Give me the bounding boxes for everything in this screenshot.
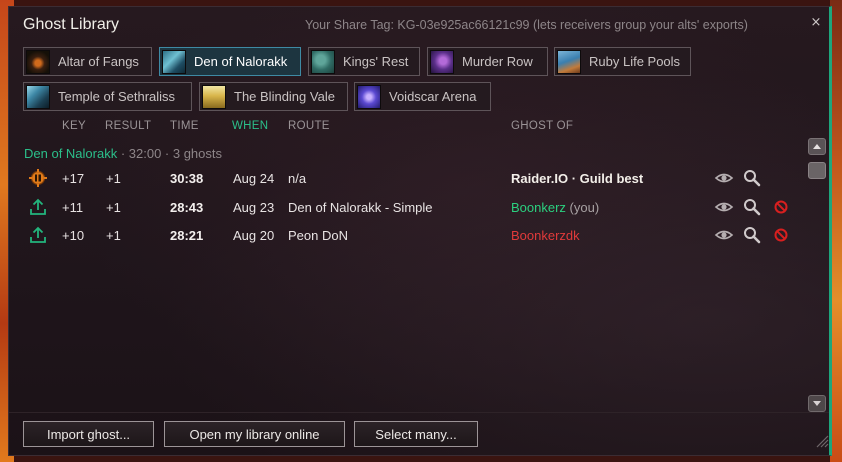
tab-ruby-life-pools[interactable]: Ruby Life Pools bbox=[554, 47, 691, 76]
inspect-magnifier-icon[interactable] bbox=[742, 168, 762, 188]
title-bar[interactable]: Ghost Library Your Share Tag: KG-03e925a… bbox=[9, 7, 829, 41]
select-many-button[interactable]: Select many... bbox=[354, 421, 478, 447]
upload-icon bbox=[28, 225, 48, 245]
altar-of-fangs-icon bbox=[26, 49, 50, 74]
tab-label: Altar of Fangs bbox=[58, 54, 139, 69]
window-title: Ghost Library bbox=[23, 16, 120, 33]
tab-den-of-nalorakk[interactable]: Den of Nalorakk bbox=[159, 47, 301, 76]
row-ghost-of: Boonkerzdk bbox=[511, 228, 580, 243]
row-result: +1 bbox=[106, 200, 121, 215]
row-key: +11 bbox=[62, 200, 84, 215]
tab-label: Kings' Rest bbox=[343, 54, 409, 69]
kings-rest-icon bbox=[311, 49, 335, 74]
view-eye-icon[interactable] bbox=[714, 225, 734, 245]
scrollbar-thumb[interactable] bbox=[808, 162, 826, 179]
row-route: n/a bbox=[288, 171, 307, 186]
ruby-life-pools-icon bbox=[557, 49, 581, 74]
row-key: +10 bbox=[62, 228, 85, 243]
tab-label: The Blinding Vale bbox=[234, 89, 335, 104]
arrow-up-icon bbox=[813, 144, 821, 149]
row-route: Peon DoN bbox=[288, 228, 348, 243]
import-ghost-button[interactable]: Import ghost... bbox=[23, 421, 154, 447]
share-tag-text: Your Share Tag: KG-03e925ac66121c99 (let… bbox=[305, 18, 748, 32]
tab-temple-of-sethraliss[interactable]: Temple of Sethraliss bbox=[23, 82, 192, 111]
row-ghost-of: Boonkerz (you) bbox=[511, 200, 599, 215]
row-when: Aug 23 bbox=[233, 200, 275, 215]
scroll-down-button[interactable] bbox=[808, 395, 826, 412]
column-header-key[interactable]: KEY bbox=[62, 120, 86, 132]
arrow-down-icon bbox=[813, 401, 821, 406]
row-result: +1 bbox=[106, 228, 121, 243]
ghost-row[interactable]: +10 +1 28:21 Aug 20 Peon DoN Boonkerzdk bbox=[9, 225, 809, 249]
ghost-library-window: Ghost Library Your Share Tag: KG-03e925a… bbox=[8, 6, 832, 456]
row-when: Aug 24 bbox=[233, 171, 275, 186]
column-header-ghost-of[interactable]: GHOST OF bbox=[511, 120, 573, 132]
column-header-route[interactable]: ROUTE bbox=[288, 120, 330, 132]
row-time: 28:43 bbox=[170, 200, 204, 215]
blinding-vale-icon bbox=[202, 84, 226, 109]
tab-label: Voidscar Arena bbox=[389, 89, 477, 104]
open-library-online-button[interactable]: Open my library online bbox=[164, 421, 345, 447]
murder-row-icon bbox=[430, 49, 454, 74]
ghost-name: Raider.IO · Guild best bbox=[511, 171, 644, 186]
ghost-row[interactable]: +11 +1 28:43 Aug 23 Den of Nalorakk - Si… bbox=[9, 197, 809, 221]
upload-icon bbox=[28, 197, 48, 217]
ghost-you-marker: (you) bbox=[565, 200, 600, 215]
row-time: 28:21 bbox=[170, 228, 204, 243]
inspect-magnifier-icon[interactable] bbox=[742, 197, 762, 217]
row-route: Den of Nalorakk - Simple bbox=[288, 200, 433, 215]
row-ghost-of: Raider.IO · Guild best bbox=[511, 171, 643, 186]
tab-murder-row[interactable]: Murder Row bbox=[427, 47, 548, 76]
delete-icon[interactable] bbox=[771, 225, 791, 245]
ghost-name: Boonkerzdk bbox=[511, 228, 580, 243]
ghost-name: Boonkerz bbox=[511, 200, 566, 215]
tab-label: Temple of Sethraliss bbox=[58, 89, 176, 104]
tab-label: Murder Row bbox=[462, 54, 533, 69]
tab-the-blinding-vale[interactable]: The Blinding Vale bbox=[199, 82, 348, 111]
view-eye-icon[interactable] bbox=[714, 168, 734, 188]
row-time: 30:38 bbox=[170, 171, 204, 186]
ghost-row[interactable]: +17 +1 30:38 Aug 24 n/a Raider.IO · Guil… bbox=[9, 168, 809, 192]
delete-icon[interactable] bbox=[771, 197, 791, 217]
view-eye-icon[interactable] bbox=[714, 197, 734, 217]
scroll-up-button[interactable] bbox=[808, 138, 826, 155]
row-when: Aug 20 bbox=[233, 228, 275, 243]
row-result: +1 bbox=[106, 171, 121, 186]
column-header-result[interactable]: RESULT bbox=[105, 120, 151, 132]
column-header-when[interactable]: WHEN bbox=[232, 120, 268, 132]
resize-grip-icon[interactable] bbox=[815, 433, 829, 448]
tab-label: Ruby Life Pools bbox=[589, 54, 681, 69]
tab-voidscar-arena[interactable]: Voidscar Arena bbox=[354, 82, 491, 111]
temple-of-sethraliss-icon bbox=[26, 84, 50, 109]
footer-divider bbox=[9, 412, 829, 413]
den-of-nalorakk-icon bbox=[162, 49, 186, 74]
group-meta: · 32:00 · 3 ghosts bbox=[117, 146, 222, 161]
group-dungeon-name: Den of Nalorakk bbox=[24, 146, 118, 161]
row-key: +17 bbox=[62, 171, 85, 186]
tab-label: Den of Nalorakk bbox=[194, 54, 288, 69]
tab-kings-rest[interactable]: Kings' Rest bbox=[308, 47, 420, 76]
inspect-magnifier-icon[interactable] bbox=[742, 225, 762, 245]
close-button[interactable]: × bbox=[809, 16, 823, 30]
voidscar-arena-icon bbox=[357, 84, 381, 109]
raider-io-icon bbox=[28, 168, 48, 188]
tab-altar-of-fangs[interactable]: Altar of Fangs bbox=[23, 47, 152, 76]
column-header-time[interactable]: TIME bbox=[170, 120, 199, 132]
dungeon-group-header: Den of Nalorakk · 32:00 · 3 ghosts bbox=[24, 146, 222, 161]
